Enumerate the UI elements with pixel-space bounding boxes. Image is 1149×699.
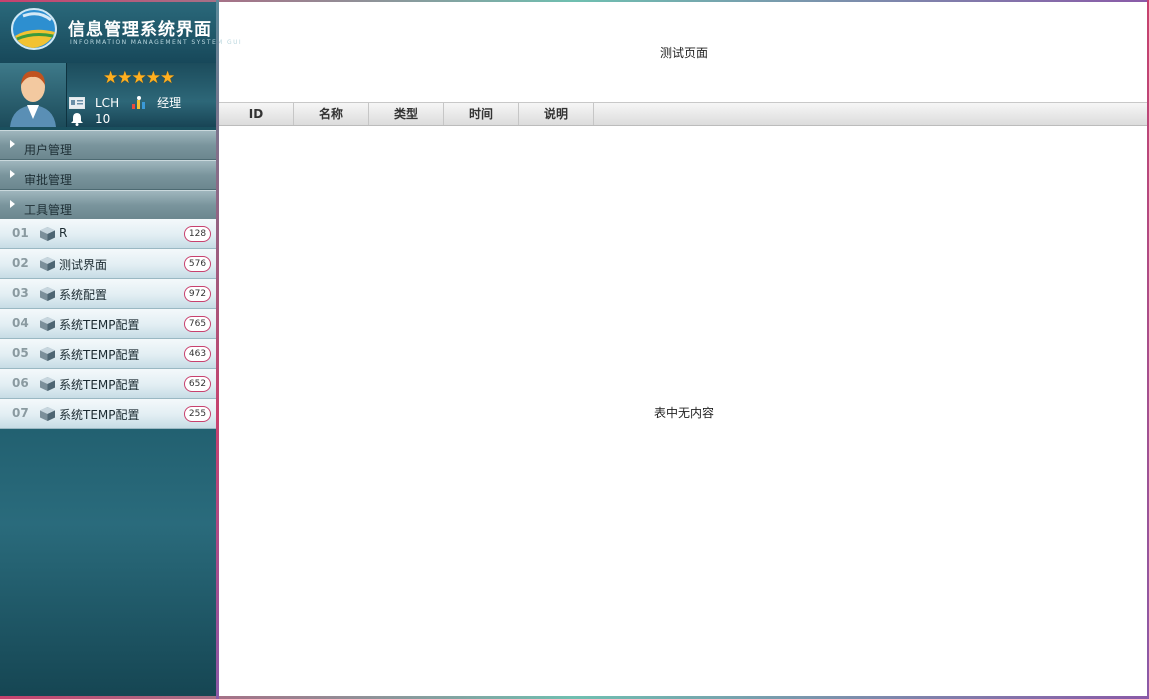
count-badge: 972 bbox=[184, 286, 211, 302]
tool-label: 测试界面 bbox=[59, 258, 108, 272]
column-header-type[interactable]: 类型 bbox=[369, 103, 444, 125]
tool-item[interactable]: 02 测试界面 576 bbox=[0, 249, 216, 279]
tool-label: 系统TEMP配置 bbox=[59, 348, 140, 362]
cube-icon bbox=[40, 227, 55, 241]
menu-group-approval-management[interactable]: 审批管理 bbox=[0, 160, 216, 190]
count-badge: 576 bbox=[184, 256, 211, 272]
rating-stars: ★★★★★ bbox=[103, 68, 175, 88]
user-avatar-icon bbox=[10, 71, 56, 127]
tool-number: 01 bbox=[12, 226, 29, 240]
count-badge: 463 bbox=[184, 346, 211, 362]
tool-label: 系统TEMP配置 bbox=[59, 378, 140, 392]
menu-group-label: 审批管理 bbox=[24, 173, 73, 187]
tool-label: 系统配置 bbox=[59, 288, 108, 302]
tool-number: 07 bbox=[12, 406, 29, 420]
expand-arrow-icon bbox=[10, 170, 15, 178]
expand-arrow-icon bbox=[10, 140, 15, 148]
page-title: 测试页面 bbox=[660, 46, 709, 60]
menu-group-tool-management[interactable]: 工具管理 bbox=[0, 190, 216, 220]
tool-label: R bbox=[59, 226, 68, 240]
tool-item[interactable]: 03 系统配置 972 bbox=[0, 279, 216, 309]
user-role: 经理 bbox=[157, 96, 182, 110]
count-badge: 652 bbox=[184, 376, 211, 392]
tool-item[interactable]: 07 系统TEMP配置 255 bbox=[0, 399, 216, 429]
empty-table-message: 表中无内容 bbox=[654, 406, 715, 420]
count-badge: 765 bbox=[184, 316, 211, 332]
menu-group-label: 工具管理 bbox=[24, 203, 73, 217]
cube-icon bbox=[40, 317, 55, 331]
sidebar: 信息管理系统界面 INFORMATION MANAGEMENT SYSTEM G… bbox=[0, 0, 241, 699]
role-icon bbox=[132, 95, 146, 109]
app-title: 信息管理系统界面 bbox=[68, 20, 212, 40]
tool-number: 02 bbox=[12, 256, 29, 270]
cube-icon bbox=[40, 287, 55, 301]
user-panel: ★★★★★ LCH 经理 10 bbox=[0, 63, 216, 127]
avatar[interactable] bbox=[0, 63, 67, 127]
menu-group-label: 用户管理 bbox=[24, 143, 73, 157]
tool-number: 05 bbox=[12, 346, 29, 360]
bell-icon bbox=[71, 113, 83, 126]
tool-item[interactable]: 01 R 128 bbox=[0, 219, 216, 249]
table-header: ID 名称 类型 时间 说明 bbox=[219, 102, 1147, 126]
logo-bar: 信息管理系统界面 INFORMATION MANAGEMENT SYSTEM G… bbox=[0, 0, 241, 63]
cube-icon bbox=[40, 347, 55, 361]
frame-top-line bbox=[0, 0, 1149, 2]
cube-icon bbox=[40, 377, 55, 391]
tool-number: 04 bbox=[12, 316, 29, 330]
tool-label: 系统TEMP配置 bbox=[59, 408, 140, 422]
tool-number: 03 bbox=[12, 286, 29, 300]
column-header-time[interactable]: 时间 bbox=[444, 103, 519, 125]
cube-icon bbox=[40, 407, 55, 421]
count-badge: 128 bbox=[184, 226, 211, 242]
tool-item[interactable]: 06 系统TEMP配置 652 bbox=[0, 369, 216, 399]
column-header-description[interactable]: 说明 bbox=[519, 103, 594, 125]
notification-row[interactable]: 10 bbox=[69, 112, 110, 126]
tool-item[interactable]: 05 系统TEMP配置 463 bbox=[0, 339, 216, 369]
column-header-name[interactable]: 名称 bbox=[294, 103, 369, 125]
column-header-id[interactable]: ID bbox=[219, 103, 294, 125]
count-badge: 255 bbox=[184, 406, 211, 422]
globe-logo-icon bbox=[11, 8, 57, 50]
user-name: LCH bbox=[95, 95, 120, 110]
tool-item[interactable]: 04 系统TEMP配置 765 bbox=[0, 309, 216, 339]
id-card-icon bbox=[69, 96, 85, 109]
user-info-row: LCH 经理 bbox=[69, 94, 181, 111]
cube-icon bbox=[40, 257, 55, 271]
menu-group-user-management[interactable]: 用户管理 bbox=[0, 130, 216, 160]
expand-arrow-icon bbox=[10, 200, 15, 208]
tool-label: 系统TEMP配置 bbox=[59, 318, 140, 332]
notification-count: 10 bbox=[95, 112, 111, 126]
tool-number: 06 bbox=[12, 376, 29, 390]
